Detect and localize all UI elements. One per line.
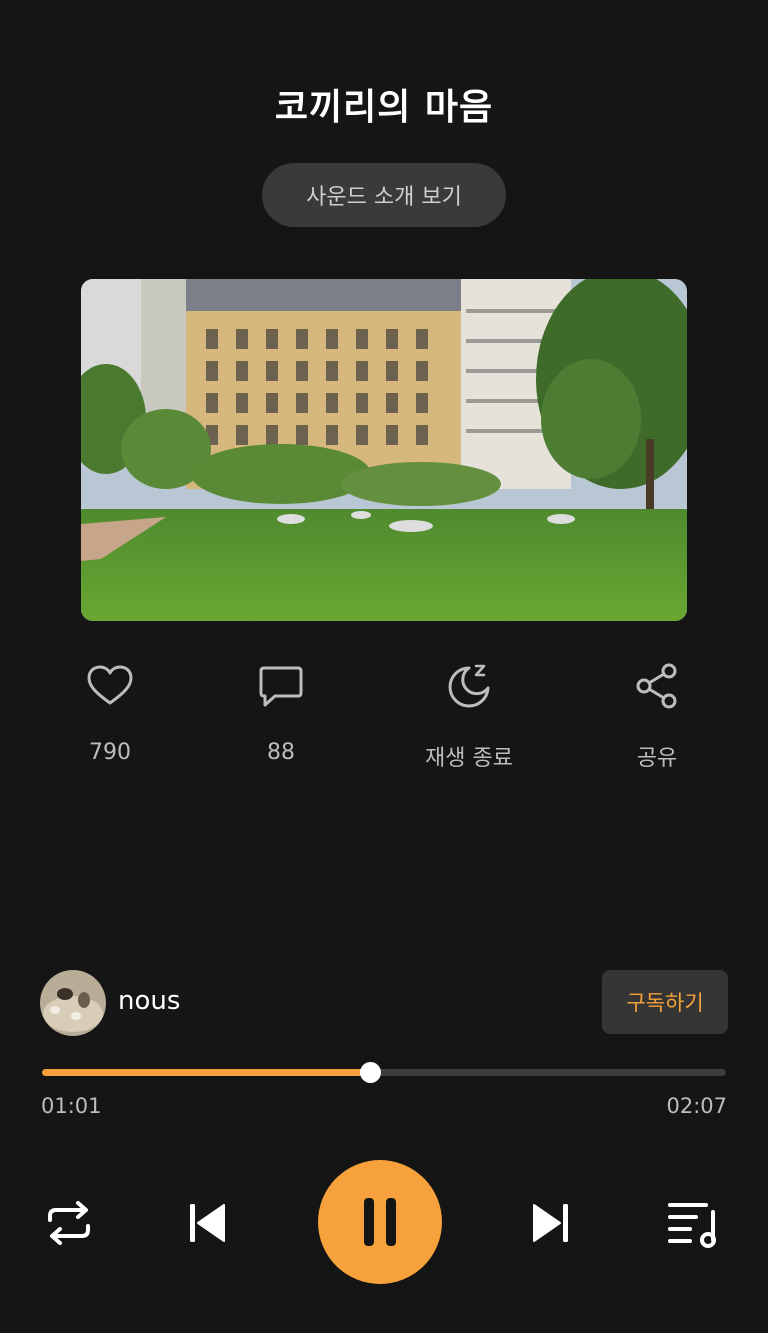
pause-icon xyxy=(364,1198,396,1246)
progress-fill xyxy=(42,1069,371,1076)
sound-title: 코끼리의 마음 xyxy=(274,87,494,128)
sound-intro-button[interactable]: 사운드 소개 보기 xyxy=(262,163,506,227)
progress-bar[interactable] xyxy=(42,1062,726,1084)
elapsed-time: 01:01 xyxy=(41,1094,102,1118)
sleep-timer-icon xyxy=(448,664,490,708)
share-label: 공유 xyxy=(636,746,678,771)
previous-button[interactable] xyxy=(182,1198,232,1248)
park-scene-image xyxy=(81,279,687,621)
skip-next-icon xyxy=(533,1204,568,1242)
cover-image xyxy=(81,279,687,621)
channel-name[interactable]: nous xyxy=(118,986,180,1016)
sleep-timer-label: 재생 종료 xyxy=(425,746,513,771)
play-pause-button[interactable] xyxy=(318,1160,442,1284)
like-count: 790 xyxy=(89,740,131,765)
sleep-timer-button[interactable]: 재생 종료 xyxy=(389,660,549,772)
total-duration: 02:07 xyxy=(666,1094,727,1118)
playlist-icon xyxy=(668,1203,716,1248)
playlist-button[interactable] xyxy=(664,1196,722,1250)
next-button[interactable] xyxy=(526,1198,576,1248)
channel-avatar[interactable] xyxy=(40,970,106,1036)
player-controls xyxy=(0,1160,768,1286)
comment-icon xyxy=(259,666,303,707)
subscribe-button[interactable]: 구독하기 xyxy=(602,970,728,1034)
like-button[interactable]: 790 xyxy=(30,660,190,765)
repeat-button[interactable] xyxy=(42,1198,96,1248)
channel-row: nous 구독하기 xyxy=(40,968,728,1036)
repeat-icon xyxy=(48,1201,90,1245)
comment-button[interactable]: 88 xyxy=(201,660,361,765)
heart-icon xyxy=(87,665,133,705)
share-button[interactable]: 공유 xyxy=(577,660,737,772)
avatar-image xyxy=(40,970,106,1036)
comment-count: 88 xyxy=(267,740,295,765)
skip-previous-icon xyxy=(190,1204,225,1242)
share-icon xyxy=(636,663,677,709)
action-bar: 790 88 재생 종료 공유 xyxy=(0,660,768,780)
progress-thumb[interactable] xyxy=(360,1062,382,1083)
